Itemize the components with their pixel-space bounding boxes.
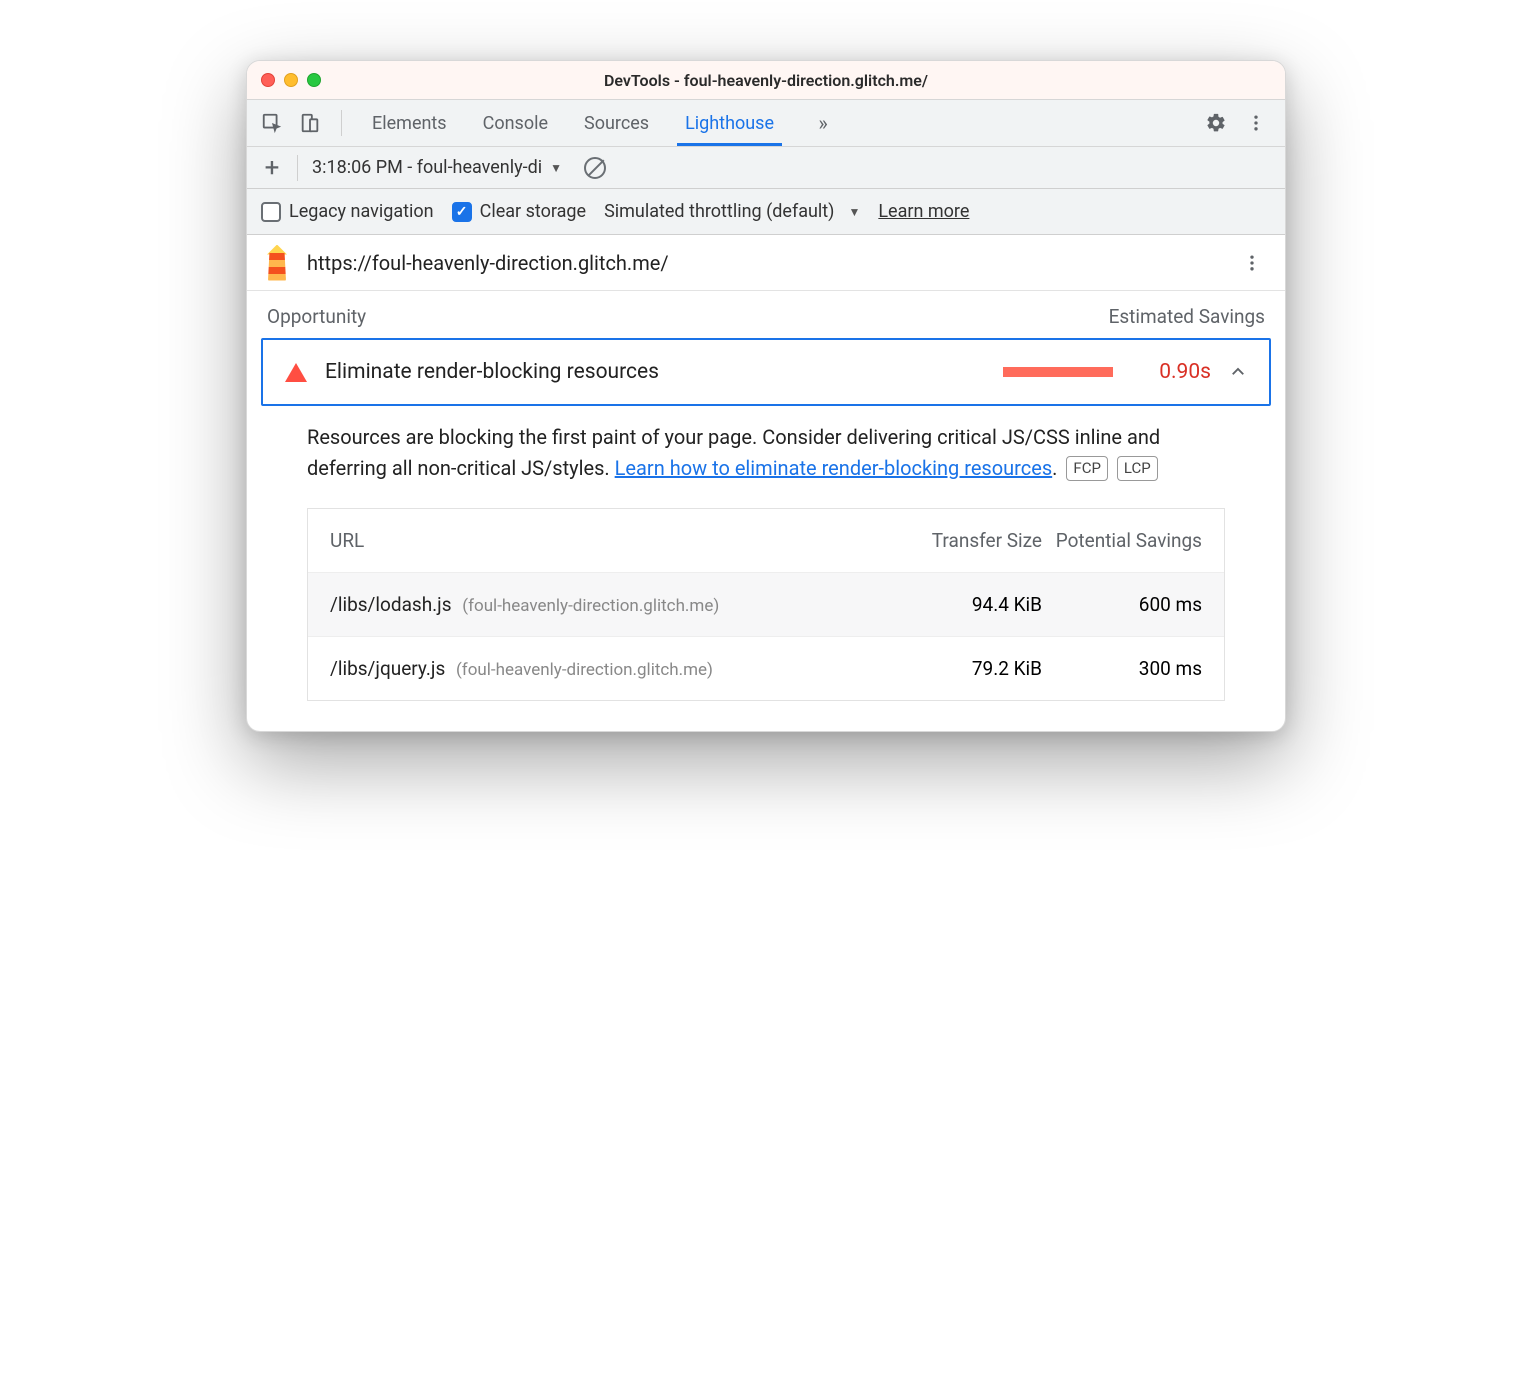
chevron-down-icon: ▼ — [550, 161, 562, 175]
divider — [297, 155, 298, 181]
table-row: /libs/jquery.js (foul-heavenly-direction… — [308, 636, 1224, 700]
metric-tag-fcp: FCP — [1066, 456, 1108, 481]
maximize-button[interactable] — [307, 73, 321, 87]
tab-lighthouse[interactable]: Lighthouse — [681, 102, 778, 145]
inspect-element-icon[interactable] — [255, 106, 289, 140]
resources-table: URL Transfer Size Potential Savings /lib… — [307, 508, 1225, 701]
titlebar: DevTools - foul-heavenly-direction.glitc… — [247, 61, 1285, 99]
throttling-select[interactable]: Simulated throttling (default) ▼ — [604, 201, 860, 222]
report-menu-icon[interactable] — [1235, 246, 1269, 280]
clear-reports-icon[interactable] — [584, 157, 606, 179]
chevron-down-icon: ▼ — [848, 205, 860, 219]
audit-description: Resources are blocking the first paint o… — [247, 422, 1285, 508]
opportunity-label: Opportunity — [267, 305, 366, 328]
minimize-button[interactable] — [284, 73, 298, 87]
lighthouse-logo-icon — [263, 245, 291, 281]
tab-strip: Elements Console Sources Lighthouse » — [368, 102, 1195, 145]
window-title: DevTools - foul-heavenly-direction.glitc… — [247, 71, 1285, 90]
metric-tag-lcp: LCP — [1117, 456, 1158, 481]
clear-storage-label: Clear storage — [480, 201, 586, 222]
resource-host: (foul-heavenly-direction.glitch.me) — [456, 660, 713, 680]
close-button[interactable] — [261, 73, 275, 87]
estimated-savings-label: Estimated Savings — [1109, 305, 1265, 328]
tab-console[interactable]: Console — [479, 102, 552, 145]
devtools-window: DevTools - foul-heavenly-direction.glitc… — [246, 60, 1286, 732]
new-report-button[interactable]: + — [257, 153, 287, 183]
resource-savings: 300 ms — [1042, 657, 1202, 680]
legacy-navigation-label: Legacy navigation — [289, 201, 434, 222]
resource-size: 79.2 KiB — [882, 657, 1042, 680]
divider — [341, 110, 342, 136]
audit-savings-value: 0.90s — [1131, 360, 1211, 384]
lighthouse-toolbar: + 3:18:06 PM - foul-heavenly-di ▼ — [247, 147, 1285, 189]
audit-render-blocking[interactable]: Eliminate render-blocking resources 0.90… — [261, 338, 1271, 406]
resource-path[interactable]: /libs/lodash.js — [330, 593, 452, 616]
savings-bar — [1003, 367, 1113, 377]
opportunity-section-header: Opportunity Estimated Savings — [247, 291, 1285, 338]
window-controls — [261, 73, 321, 87]
main-tabs-row: Elements Console Sources Lighthouse » — [247, 99, 1285, 147]
tab-elements[interactable]: Elements — [368, 102, 451, 145]
col-size: Transfer Size — [882, 529, 1042, 552]
table-row: /libs/lodash.js (foul-heavenly-direction… — [308, 572, 1224, 636]
resource-path[interactable]: /libs/jquery.js — [330, 657, 445, 680]
chevron-up-icon — [1229, 363, 1247, 381]
report-select[interactable]: 3:18:06 PM - foul-heavenly-di ▼ — [312, 157, 562, 178]
checkbox-checked-icon: ✓ — [452, 202, 472, 222]
checkbox-icon — [261, 202, 281, 222]
learn-more-link[interactable]: Learn more — [878, 201, 969, 222]
resource-savings: 600 ms — [1042, 593, 1202, 616]
more-menu-icon[interactable] — [1239, 106, 1273, 140]
report-url-bar: https://foul-heavenly-direction.glitch.m… — [247, 235, 1285, 291]
report-url: https://foul-heavenly-direction.glitch.m… — [307, 251, 1219, 275]
audit-desc-link[interactable]: Learn how to eliminate render-blocking r… — [615, 456, 1053, 480]
table-header-row: URL Transfer Size Potential Savings — [308, 509, 1224, 572]
col-savings: Potential Savings — [1042, 529, 1202, 552]
clear-storage-checkbox[interactable]: ✓ Clear storage — [452, 201, 586, 222]
legacy-navigation-checkbox[interactable]: Legacy navigation — [261, 201, 434, 222]
audit-title: Eliminate render-blocking resources — [325, 360, 985, 384]
throttling-label: Simulated throttling (default) — [604, 201, 834, 222]
settings-icon[interactable] — [1199, 106, 1233, 140]
resource-host: (foul-heavenly-direction.glitch.me) — [462, 596, 719, 616]
col-url: URL — [330, 529, 882, 552]
overflow-tabs-icon[interactable]: » — [806, 106, 840, 140]
audit-desc-after: . — [1052, 456, 1057, 480]
tab-sources[interactable]: Sources — [580, 102, 653, 145]
report-select-label: 3:18:06 PM - foul-heavenly-di — [312, 157, 542, 178]
resource-size: 94.4 KiB — [882, 593, 1042, 616]
fail-triangle-icon — [285, 363, 307, 382]
device-toolbar-icon[interactable] — [293, 106, 327, 140]
lighthouse-options-row: Legacy navigation ✓ Clear storage Simula… — [247, 189, 1285, 235]
